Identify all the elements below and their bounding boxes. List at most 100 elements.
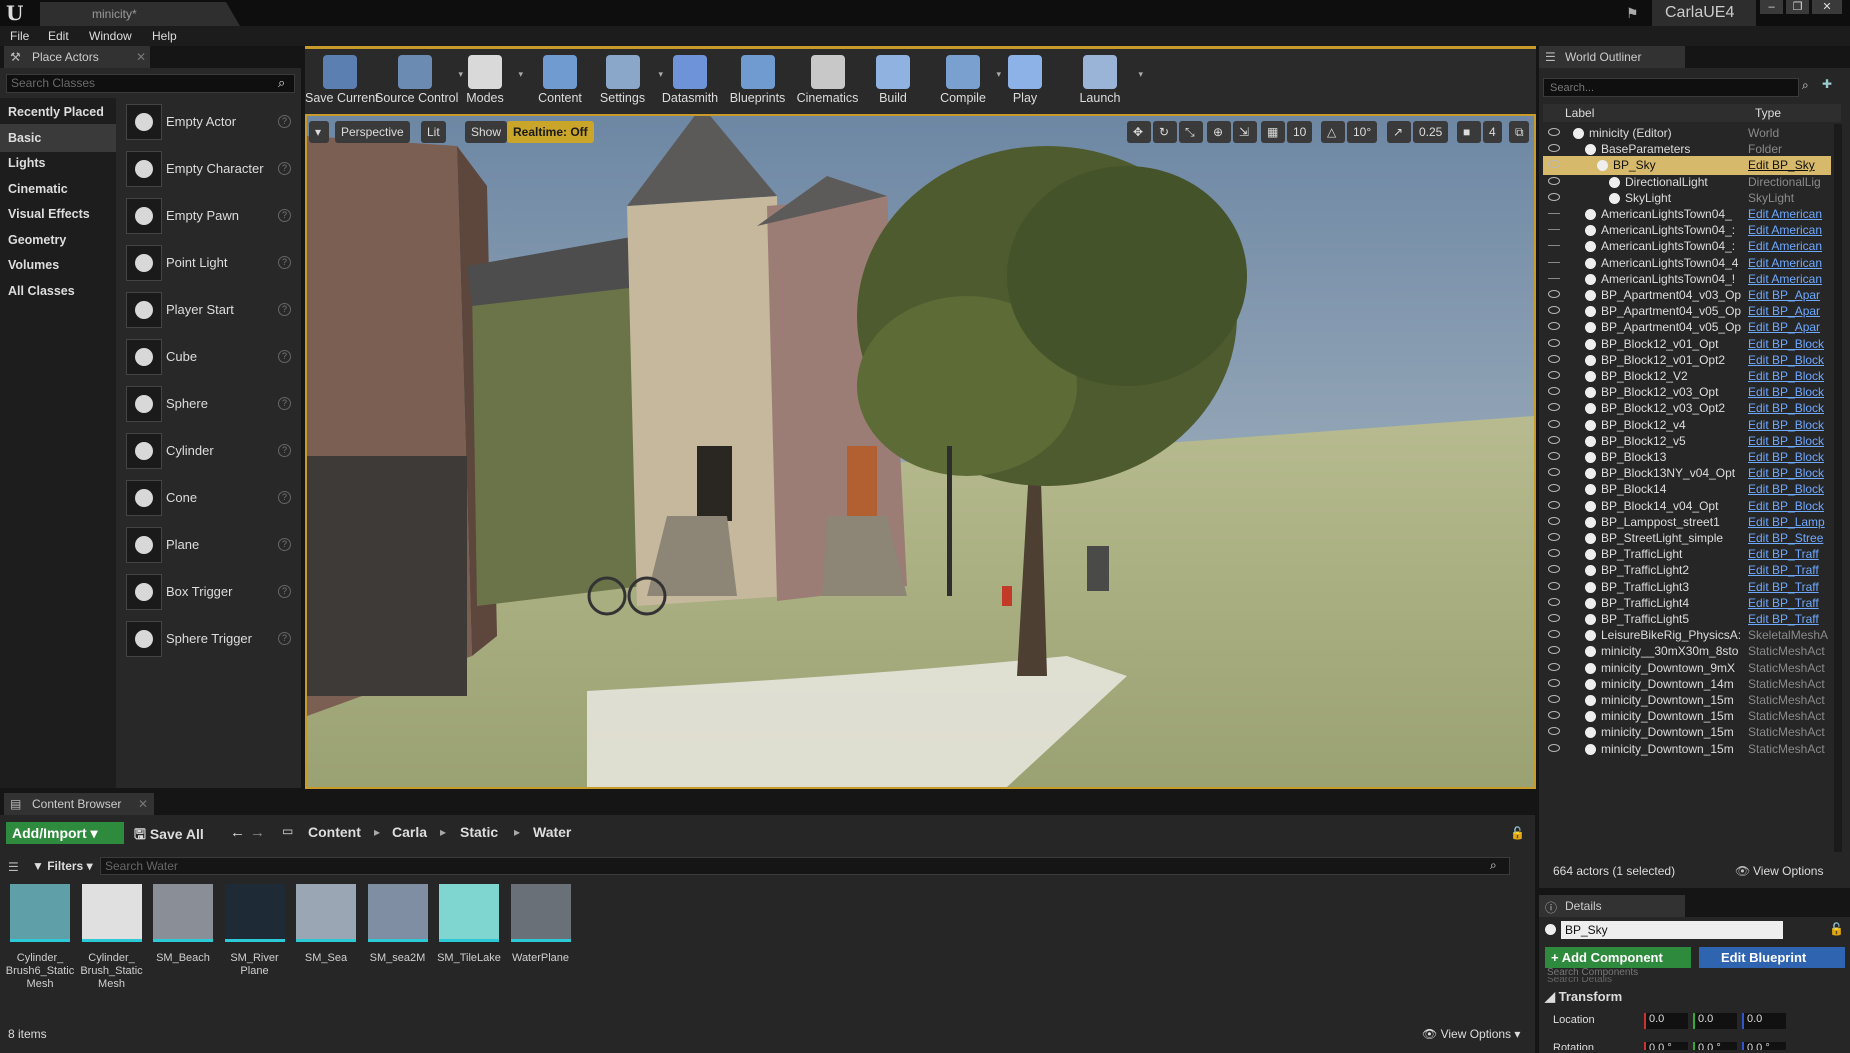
- compile-button[interactable]: Compile ▾: [933, 49, 1001, 115]
- category-volumes[interactable]: Volumes: [0, 251, 116, 279]
- save-current-button[interactable]: Save Current: [305, 49, 379, 115]
- help-icon[interactable]: ?: [278, 162, 291, 175]
- add-component-button[interactable]: + Add Component: [1545, 947, 1691, 968]
- category-cinematic[interactable]: Cinematic: [0, 175, 116, 203]
- cb-view-options[interactable]: 👁 View Options ▾: [1422, 1027, 1520, 1041]
- visibility-eye-icon[interactable]: [1548, 241, 1560, 247]
- maximize-viewport-icon[interactable]: ⧉: [1509, 121, 1529, 143]
- outliner-search-input[interactable]: Search...: [1543, 78, 1799, 97]
- asset-cylinder-brush-static-mesh[interactable]: Cylinder_ Brush_Static Mesh: [80, 882, 144, 1002]
- edit-blueprint-link[interactable]: Edit BP_Traff: [1748, 563, 1831, 577]
- lit-button[interactable]: Lit: [421, 121, 446, 143]
- actor-item-empty-character[interactable]: Empty Character?: [122, 149, 296, 191]
- actor-item-cube[interactable]: Cube?: [122, 337, 296, 379]
- edit-blueprint-link[interactable]: Edit BP_Stree: [1748, 531, 1831, 545]
- camera-speed-value[interactable]: 4: [1483, 121, 1502, 143]
- actor-item-point-light[interactable]: Point Light?: [122, 243, 296, 285]
- visibility-eye-icon[interactable]: [1548, 403, 1560, 412]
- help-icon[interactable]: ?: [278, 115, 291, 128]
- rotation-y-field[interactable]: 0.0 °: [1693, 1042, 1737, 1050]
- actor-name-field[interactable]: BP_Sky: [1561, 921, 1783, 939]
- filters-button[interactable]: ▼ Filters ▾: [32, 859, 93, 873]
- edit-blueprint-link[interactable]: Edit BP_Block: [1748, 353, 1831, 367]
- visibility-eye-icon[interactable]: [1548, 516, 1560, 525]
- outliner-scrollbar[interactable]: [1834, 124, 1842, 852]
- perspective-button[interactable]: Perspective: [335, 121, 410, 143]
- edit-blueprint-link[interactable]: Edit BP_Block: [1748, 401, 1831, 415]
- content-button[interactable]: Content: [530, 49, 590, 115]
- visibility-eye-icon[interactable]: [1548, 727, 1560, 736]
- help-icon[interactable]: ?: [278, 632, 291, 645]
- asset-sm-tilelake[interactable]: SM_TileLake: [437, 882, 501, 1002]
- lock-icon[interactable]: 🔓: [1510, 826, 1525, 840]
- breadcrumb-carla[interactable]: Carla: [392, 824, 427, 840]
- menu-edit[interactable]: Edit: [48, 29, 69, 43]
- visibility-eye-icon[interactable]: [1548, 711, 1560, 720]
- visibility-eye-icon[interactable]: [1548, 258, 1560, 263]
- col-label-header[interactable]: Label: [1565, 106, 1594, 120]
- edit-blueprint-link[interactable]: Edit BP_Block: [1748, 337, 1831, 351]
- lock-icon[interactable]: 🔓: [1829, 922, 1844, 936]
- help-icon[interactable]: ?: [278, 350, 291, 363]
- location-label[interactable]: Location: [1553, 1014, 1595, 1026]
- location-x-field[interactable]: 0.0: [1644, 1013, 1688, 1029]
- visibility-eye-icon[interactable]: [1548, 452, 1560, 460]
- visibility-eye-icon[interactable]: [1548, 614, 1560, 622]
- visibility-eye-icon[interactable]: [1548, 354, 1560, 363]
- content-browser-close-icon[interactable]: ✕: [138, 797, 148, 811]
- source-control-button[interactable]: Source Control ▾: [375, 49, 463, 115]
- visibility-eye-icon[interactable]: [1548, 646, 1560, 655]
- asset-sm-sea[interactable]: SM_Sea: [294, 882, 358, 1002]
- visibility-eye-icon[interactable]: [1548, 176, 1560, 185]
- rotation-x-field[interactable]: 0.0 °: [1644, 1042, 1688, 1050]
- build-button[interactable]: Build: [863, 49, 923, 115]
- visibility-eye-icon[interactable]: [1548, 662, 1560, 671]
- edit-blueprint-link[interactable]: Edit American: [1748, 256, 1831, 270]
- edit-blueprint-link[interactable]: Edit American: [1748, 207, 1831, 221]
- edit-blueprint-link[interactable]: Edit BP_Traff: [1748, 547, 1831, 561]
- help-icon[interactable]: ?: [278, 585, 291, 598]
- help-icon[interactable]: ?: [278, 303, 291, 316]
- edit-blueprint-button[interactable]: Edit Blueprint: [1699, 947, 1845, 968]
- edit-blueprint-link[interactable]: Edit BP_Block: [1748, 450, 1831, 464]
- translate-tool-icon[interactable]: ✥: [1127, 121, 1151, 143]
- edit-blueprint-link[interactable]: Edit BP_Apar: [1748, 304, 1831, 318]
- dropdown-arrow-icon[interactable]: ▾: [1138, 69, 1143, 80]
- visibility-eye-icon[interactable]: [1548, 209, 1560, 214]
- visibility-eye-icon[interactable]: [1548, 468, 1560, 477]
- search-water-input[interactable]: Search Water: [100, 857, 1510, 875]
- help-icon[interactable]: ?: [278, 397, 291, 410]
- datasmith-button[interactable]: Datasmith: [655, 49, 725, 115]
- edit-blueprint-link[interactable]: Edit BP_Lamp: [1748, 515, 1831, 529]
- edit-blueprint-link[interactable]: Edit American: [1748, 239, 1831, 253]
- level-viewport[interactable]: [305, 114, 1536, 789]
- settings-button[interactable]: Settings ▾: [590, 49, 663, 115]
- sources-panel-icon[interactable]: ☰: [8, 860, 19, 874]
- add-import-button[interactable]: Add/Import ▾: [6, 822, 124, 844]
- place-actors-close-icon[interactable]: ✕: [136, 50, 146, 64]
- visibility-eye-icon[interactable]: [1548, 371, 1560, 379]
- actor-item-empty-pawn[interactable]: Empty Pawn?: [122, 196, 296, 238]
- edit-blueprint-link[interactable]: Edit BP_Apar: [1748, 320, 1831, 334]
- save-all-button[interactable]: 🖫 Save All: [134, 824, 204, 848]
- visibility-eye-icon[interactable]: [1548, 387, 1560, 396]
- menu-file[interactable]: File: [10, 29, 29, 43]
- visibility-eye-icon[interactable]: [1548, 128, 1560, 136]
- category-all-classes[interactable]: All Classes: [0, 277, 116, 305]
- breadcrumb-content[interactable]: Content: [308, 824, 361, 840]
- camera-speed-icon[interactable]: ■: [1457, 121, 1481, 143]
- visibility-eye-icon[interactable]: [1548, 290, 1560, 298]
- dropdown-arrow-icon[interactable]: ▾: [518, 69, 523, 80]
- grid-snap-icon[interactable]: ▦: [1261, 121, 1285, 143]
- help-icon[interactable]: ?: [278, 256, 291, 269]
- edit-blueprint-link[interactable]: Edit BP_Block: [1748, 499, 1831, 513]
- world-outliner-tab[interactable]: ☰ World Outliner: [1539, 46, 1685, 68]
- visibility-eye-icon[interactable]: [1548, 160, 1560, 169]
- scale-snap-value[interactable]: 0.25: [1413, 121, 1449, 143]
- content-browser-tab[interactable]: ▤ Content Browser ✕: [4, 793, 154, 815]
- grid-snap-value[interactable]: 10: [1287, 121, 1313, 143]
- world-space-icon[interactable]: ⊕: [1207, 121, 1231, 143]
- edit-blueprint-link[interactable]: Edit BP_Block: [1748, 418, 1831, 432]
- visibility-eye-icon[interactable]: [1548, 306, 1560, 315]
- play-button[interactable]: Play: [995, 49, 1055, 115]
